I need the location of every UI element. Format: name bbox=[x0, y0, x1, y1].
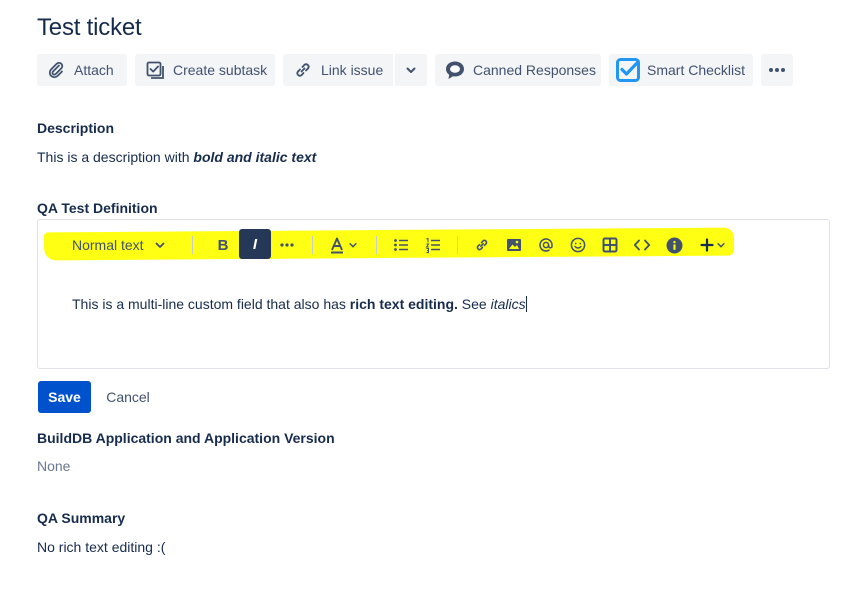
checklist-icon bbox=[616, 58, 640, 82]
code-icon bbox=[633, 237, 651, 253]
more-formatting-button[interactable] bbox=[275, 231, 299, 259]
toolbar-divider bbox=[376, 236, 377, 254]
numbered-list-icon bbox=[425, 237, 441, 253]
table-icon bbox=[602, 237, 618, 253]
editor-text-bold: rich text editing. bbox=[349, 296, 458, 312]
link-issue-button[interactable]: Link issue bbox=[283, 54, 393, 86]
attach-label: Attach bbox=[74, 62, 114, 78]
text-color-button[interactable] bbox=[326, 231, 360, 259]
speech-bubble-icon bbox=[444, 59, 466, 81]
editor-content[interactable]: This is a multi-line custom field that a… bbox=[72, 296, 527, 312]
smart-checklist-label: Smart Checklist bbox=[647, 62, 746, 78]
create-subtask-button[interactable]: Create subtask bbox=[135, 54, 275, 86]
mention-button[interactable] bbox=[535, 231, 557, 259]
link-icon bbox=[474, 237, 490, 253]
cancel-button[interactable]: Cancel bbox=[97, 381, 159, 413]
plus-icon bbox=[700, 238, 714, 252]
insert-link-button[interactable] bbox=[471, 231, 493, 259]
editor-text-italic: italics bbox=[490, 296, 526, 312]
toolbar-divider bbox=[192, 236, 193, 254]
image-icon bbox=[506, 237, 522, 253]
text-color-icon bbox=[328, 236, 346, 254]
more-actions-button[interactable] bbox=[761, 54, 793, 86]
issue-title: Test ticket bbox=[37, 14, 142, 41]
info-panel-button[interactable] bbox=[663, 231, 685, 259]
at-sign-icon bbox=[538, 237, 554, 253]
chevron-down-icon bbox=[154, 239, 166, 251]
toolbar-divider bbox=[312, 236, 313, 254]
save-button[interactable]: Save bbox=[38, 381, 91, 413]
more-icon bbox=[767, 60, 787, 80]
link-issue-label: Link issue bbox=[321, 62, 384, 78]
code-snippet-button[interactable] bbox=[631, 231, 653, 259]
more-icon bbox=[279, 237, 295, 253]
emoji-button[interactable] bbox=[567, 231, 589, 259]
create-subtask-label: Create subtask bbox=[173, 62, 268, 78]
bullet-list-button[interactable] bbox=[390, 231, 412, 259]
bold-button[interactable]: B bbox=[209, 231, 237, 259]
qa-test-definition-label: QA Test Definition bbox=[37, 200, 158, 216]
builddb-value[interactable]: None bbox=[37, 458, 70, 474]
description-plain: This is a description with bbox=[37, 149, 194, 165]
text-style-dropdown[interactable]: Normal text bbox=[70, 231, 174, 259]
chevron-down-icon bbox=[716, 240, 726, 250]
qa-summary-label: QA Summary bbox=[37, 510, 126, 526]
description-text[interactable]: This is a description with bold and ital… bbox=[37, 149, 316, 165]
toolbar-divider bbox=[457, 236, 458, 254]
text-style-label: Normal text bbox=[72, 237, 144, 253]
bullet-list-icon bbox=[393, 237, 409, 253]
insert-image-button[interactable] bbox=[503, 231, 525, 259]
info-icon bbox=[666, 237, 683, 254]
canned-responses-label: Canned Responses bbox=[473, 62, 596, 78]
canned-responses-button[interactable]: Canned Responses bbox=[435, 54, 601, 86]
numbered-list-button[interactable] bbox=[422, 231, 444, 259]
link-icon bbox=[293, 60, 313, 80]
description-label: Description bbox=[37, 120, 115, 136]
smiley-icon bbox=[570, 237, 586, 253]
italic-button[interactable]: I bbox=[239, 229, 271, 259]
chevron-down-icon bbox=[348, 240, 358, 250]
chevron-down-icon bbox=[404, 63, 418, 77]
editor-text-plain-2: See bbox=[457, 296, 491, 312]
editor-text-plain: This is a multi-line custom field that a… bbox=[72, 296, 350, 312]
text-cursor bbox=[525, 296, 527, 312]
link-issue-dropdown-button[interactable] bbox=[395, 54, 427, 86]
builddb-label: BuildDB Application and Application Vers… bbox=[37, 430, 335, 446]
attach-button[interactable]: Attach bbox=[37, 54, 127, 86]
paperclip-icon bbox=[46, 60, 66, 80]
qa-summary-value[interactable]: No rich text editing :( bbox=[37, 539, 165, 555]
description-bold-italic: bold and italic text bbox=[193, 149, 317, 165]
subtask-icon bbox=[145, 60, 165, 80]
insert-more-button[interactable] bbox=[697, 231, 729, 259]
insert-table-button[interactable] bbox=[599, 231, 621, 259]
smart-checklist-button[interactable]: Smart Checklist bbox=[609, 54, 753, 86]
